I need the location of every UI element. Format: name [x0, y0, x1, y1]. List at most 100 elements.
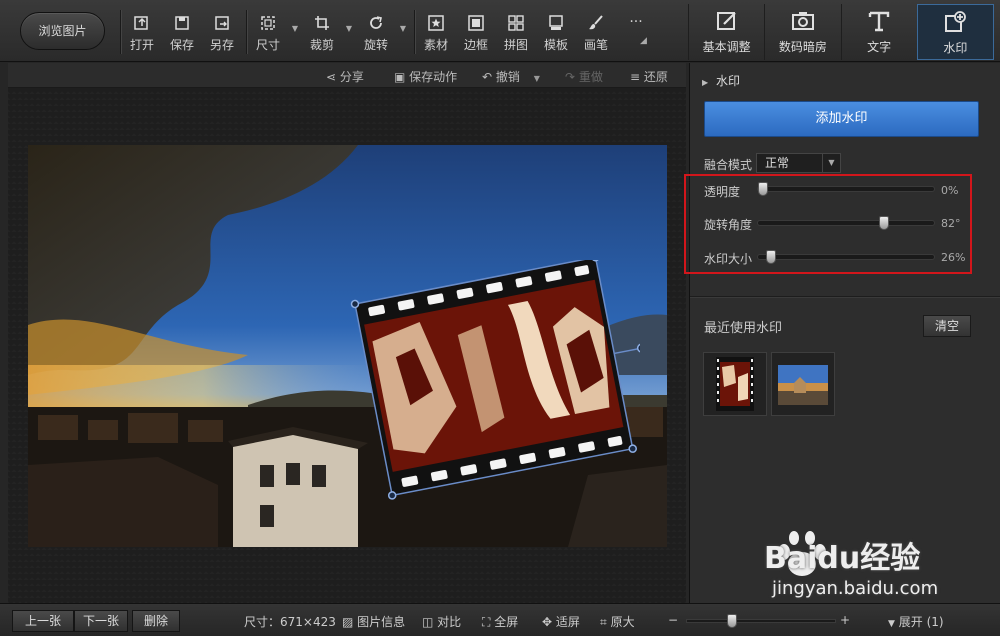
- material-button[interactable]: 素材: [418, 14, 454, 56]
- crop-button[interactable]: 裁剪 ▼: [304, 14, 352, 56]
- undo-button[interactable]: ↶ 撤销 ▼: [482, 68, 540, 85]
- redo-icon: ↷: [565, 70, 576, 84]
- image-info-button[interactable]: ▨ 图片信息: [342, 613, 405, 630]
- collage-button[interactable]: 拼图: [498, 14, 534, 56]
- browse-photos-button[interactable]: 浏览图片: [20, 12, 105, 50]
- rotate-dropdown-icon[interactable]: ▼: [400, 24, 406, 33]
- undo-label: 撤销: [495, 70, 520, 84]
- zoom-slider[interactable]: [686, 614, 836, 628]
- film-frame-thumbnail: [716, 357, 754, 411]
- brush-button[interactable]: 画笔: [578, 14, 614, 56]
- restore-label: 还原: [643, 70, 668, 84]
- compare-label: 对比: [437, 615, 462, 629]
- save-as-button[interactable]: 另存: [204, 14, 240, 56]
- save-icon: [175, 16, 189, 30]
- expand-button[interactable]: ▼ 展开 (1): [888, 613, 944, 630]
- blend-mode-value: 正常: [765, 156, 790, 170]
- highlight-annotation-box: [684, 174, 972, 274]
- camera-icon: [791, 12, 814, 30]
- border-icon: [468, 15, 484, 31]
- panel-title: ▶ 水印: [702, 72, 740, 89]
- compare-button[interactable]: ◫ 对比: [422, 613, 461, 630]
- rotate-icon: [370, 16, 382, 29]
- fullscreen-label: 全屏: [494, 615, 519, 629]
- save-as-icon: [215, 16, 229, 30]
- add-watermark-button[interactable]: 添加水印: [704, 101, 979, 137]
- toolbar-divider: [414, 10, 415, 54]
- watermark-panel: ▶ 水印 添加水印 融合模式 正常 ▼ 透明度 0% 旋转角度 82° 水印大小…: [689, 63, 1000, 603]
- image-info-icon: ▨: [342, 615, 354, 629]
- zoom-slider-thumb[interactable]: [727, 614, 737, 628]
- material-label: 素材: [423, 38, 448, 52]
- watermark-overlay[interactable]: [340, 260, 640, 510]
- panel-divider: [690, 296, 1000, 297]
- prev-photo-button[interactable]: 上一张: [12, 610, 74, 632]
- rotate-label: 旋转: [363, 38, 388, 52]
- rotate-button[interactable]: 旋转 ▼: [358, 14, 406, 56]
- border-label: 边框: [463, 38, 488, 52]
- blend-mode-select[interactable]: 正常 ▼: [756, 153, 841, 173]
- baidu-jingyan-watermark: Baidu经验 jingyan.baidu.com: [764, 528, 939, 599]
- brush-icon: [589, 15, 603, 30]
- resize-button[interactable]: 尺寸 ▼: [250, 14, 298, 56]
- template-icon: [549, 15, 563, 30]
- restore-button[interactable]: ≡ 还原: [630, 68, 668, 85]
- baidu-url-text: jingyan.baidu.com: [772, 578, 939, 599]
- tab-digital-darkroom[interactable]: 数码暗房: [764, 4, 840, 60]
- landscape-thumbnail: [778, 365, 828, 405]
- save-as-label: 另存: [209, 38, 234, 52]
- more-tools-button[interactable]: ··· ◢: [618, 10, 654, 52]
- original-size-icon: ⌗: [600, 615, 607, 629]
- expand-label: 展开 (1): [898, 615, 944, 629]
- share-label: 分享: [339, 70, 364, 84]
- photo-editor-window: 浏览图片 打开 保存 另存 尺寸 ▼ 裁剪 ▼ 旋转 ▼ 素材 边框 拼图 模板…: [0, 0, 1000, 636]
- collage-label: 拼图: [503, 38, 528, 52]
- template-button[interactable]: 模板: [538, 14, 574, 56]
- tab-watermark[interactable]: 水印: [916, 4, 994, 60]
- resize-icon: [261, 16, 275, 30]
- tab-basic-adjust[interactable]: 基本调整: [688, 4, 764, 60]
- toolbar-divider: [246, 10, 247, 54]
- compare-icon: ◫: [422, 615, 434, 629]
- zoom-in-button[interactable]: +: [840, 613, 850, 627]
- fit-screen-button[interactable]: ✥ 适屏: [542, 613, 580, 630]
- main-toolbar: 浏览图片 打开 保存 另存 尺寸 ▼ 裁剪 ▼ 旋转 ▼ 素材 边框 拼图 模板…: [0, 0, 1000, 62]
- tab-watermark-label: 水印: [943, 41, 968, 55]
- resize-dropdown-icon[interactable]: ▼: [292, 24, 298, 33]
- save-button[interactable]: 保存: [164, 14, 200, 56]
- save-label: 保存: [169, 38, 194, 52]
- right-panel-tabs: 基本调整 数码暗房 文字 水印: [688, 4, 994, 60]
- save-action-icon: ▣: [394, 70, 406, 84]
- border-button[interactable]: 边框: [458, 14, 494, 56]
- restore-icon: ≡: [630, 70, 641, 84]
- share-button[interactable]: ⋖ 分享: [326, 68, 364, 85]
- redo-label: 重做: [578, 70, 603, 84]
- expand-triangle-icon: ◢: [640, 36, 647, 46]
- undo-icon: ↶: [482, 70, 493, 84]
- redo-button[interactable]: ↷ 重做: [565, 68, 603, 85]
- image-info-label: 图片信息: [357, 615, 406, 629]
- baidu-brand-text: Baidu经验: [764, 541, 921, 576]
- next-photo-button[interactable]: 下一张: [74, 610, 128, 632]
- undo-dropdown-icon[interactable]: ▼: [534, 74, 540, 83]
- resize-label: 尺寸: [255, 38, 280, 52]
- crop-dropdown-icon[interactable]: ▼: [346, 24, 352, 33]
- tab-text[interactable]: 文字: [840, 4, 917, 60]
- text-icon: [868, 11, 890, 32]
- share-icon: ⋖: [326, 70, 337, 84]
- original-size-button[interactable]: ⌗ 原大: [600, 613, 635, 630]
- more-tools-label: ···: [629, 14, 643, 30]
- delete-photo-button[interactable]: 删除: [132, 610, 180, 632]
- open-button[interactable]: 打开: [124, 14, 160, 56]
- original-size-label: 原大: [610, 615, 635, 629]
- collapse-triangle-icon[interactable]: ▶: [702, 78, 708, 87]
- tab-basic-adjust-label: 基本调整: [702, 40, 751, 54]
- action-bar: ⋖ 分享 ▣ 保存动作 ↶ 撤销 ▼ ↷ 重做 ≡ 还原: [8, 63, 686, 88]
- zoom-out-button[interactable]: −: [668, 613, 678, 627]
- fullscreen-button[interactable]: ⛶ 全屏: [482, 613, 518, 630]
- clear-recent-button[interactable]: 清空: [923, 315, 971, 337]
- recent-watermark-thumb[interactable]: [771, 352, 835, 416]
- save-action-button[interactable]: ▣ 保存动作: [394, 68, 457, 85]
- fit-screen-icon: ✥: [542, 615, 553, 629]
- recent-watermark-thumb[interactable]: [703, 352, 767, 416]
